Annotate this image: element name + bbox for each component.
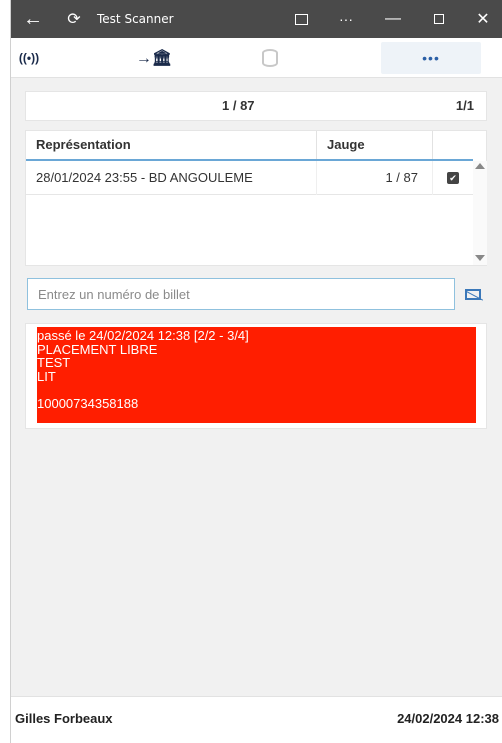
result-line: TEST — [37, 355, 71, 370]
minimize-button[interactable]: — — [373, 0, 413, 38]
column-header-jauge[interactable]: Jauge — [316, 131, 432, 159]
title-bar: ← ⟳ Test Scanner ··· — ✕ — [11, 0, 502, 38]
result-line — [37, 383, 476, 397]
result-line: 10000734358188 — [37, 395, 139, 411]
checkbox-checked-icon: ✔ — [447, 172, 459, 184]
toolbar: ((•)) →🏛 ••• — [11, 38, 502, 78]
user-name: Gilles Forbeaux — [15, 711, 113, 726]
maximize-button[interactable] — [419, 0, 459, 38]
transfer-bank-icon[interactable]: →🏛 — [129, 38, 179, 78]
scan-result-panel: passé le 24/02/2024 12:38 [2/2 - 3/4] PL… — [25, 323, 487, 429]
window-more-icon[interactable]: ··· — [331, 0, 361, 38]
scroll-up-icon[interactable] — [475, 163, 485, 169]
column-header-check[interactable] — [432, 131, 473, 159]
scan-result-box: passé le 24/02/2024 12:38 [2/2 - 3/4] PL… — [37, 327, 476, 423]
result-line: passé le 24/02/2024 12:38 [2/2 - 3/4] — [37, 328, 249, 343]
row-jauge: 1 / 87 — [316, 161, 432, 195]
counter-bar: 1 / 87 1/1 — [25, 91, 487, 121]
representation-grid: Représentation Jauge 28/01/2024 23:55 - … — [25, 130, 487, 266]
grid-scrollbar[interactable] — [473, 161, 487, 265]
sync-icon[interactable]: ⟳ — [59, 0, 89, 38]
more-options-button[interactable]: ••• — [381, 42, 481, 74]
close-button[interactable]: ✕ — [463, 0, 502, 38]
status-datetime: 24/02/2024 12:38 — [397, 711, 499, 726]
table-row[interactable]: 28/01/2024 23:55 - BD ANGOULEME 1 / 87 ✔ — [26, 161, 473, 195]
window-title: Test Scanner — [97, 12, 174, 26]
back-icon[interactable]: ← — [11, 0, 55, 38]
ticket-number-input[interactable] — [27, 278, 455, 310]
row-representation: 28/01/2024 23:55 - BD ANGOULEME — [36, 170, 253, 185]
row-checkbox[interactable]: ✔ — [432, 161, 473, 195]
database-icon[interactable] — [255, 38, 285, 78]
page-counter: 1/1 — [455, 98, 474, 113]
scroll-down-icon[interactable] — [475, 255, 485, 261]
app-window: ← ⟳ Test Scanner ··· — ✕ ((•)) →🏛 ••• 1 … — [10, 0, 502, 743]
scan-counter: 1 / 87 — [222, 98, 255, 113]
result-line: LIT — [37, 368, 56, 384]
status-bar: Gilles Forbeaux 24/02/2024 12:38 — [11, 696, 502, 743]
grid-header: Représentation Jauge — [26, 131, 473, 161]
camera-off-icon — [465, 288, 481, 300]
rfid-icon[interactable]: ((•)) — [11, 38, 47, 78]
screen-capture-icon[interactable] — [287, 0, 315, 38]
camera-off-button[interactable] — [459, 278, 487, 310]
maximize-icon — [434, 14, 444, 24]
result-line: PLACEMENT LIBRE — [37, 341, 158, 357]
main-content: 1 / 87 1/1 Représentation Jauge 28/01/20… — [11, 78, 502, 696]
column-header-representation[interactable]: Représentation — [26, 131, 316, 159]
